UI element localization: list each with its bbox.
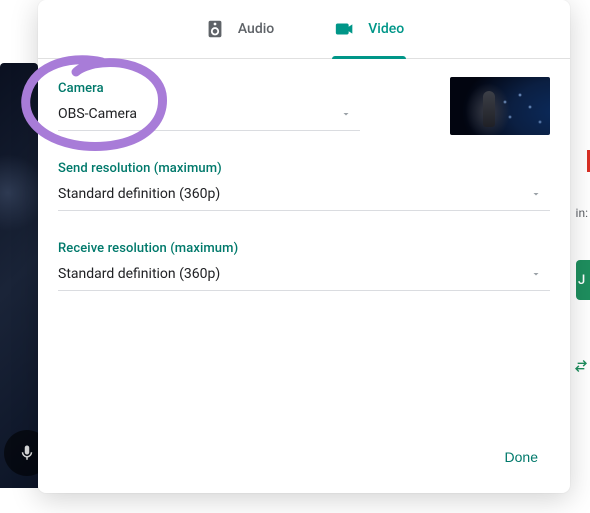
tab-audio-label: Audio — [238, 21, 274, 37]
camera-preview-thumbnail — [450, 77, 550, 135]
send-resolution-label: Send resolution (maximum) — [58, 161, 550, 176]
receive-resolution-value: Standard definition (360p) — [58, 266, 220, 282]
send-resolution-select[interactable]: Standard definition (360p) — [58, 176, 550, 211]
speaker-icon — [204, 18, 226, 40]
background-pin-label-fragment: in: — [576, 206, 588, 220]
field-send-resolution: Send resolution (maximum) Standard defin… — [58, 161, 550, 211]
tab-audio[interactable]: Audio — [194, 0, 284, 58]
join-button-label-fragment: J — [578, 273, 585, 288]
settings-modal: Audio Video Camera OBS-Camera — [38, 0, 570, 493]
background-video-strip — [0, 63, 38, 488]
viewport: in: J Audio Video — [0, 0, 590, 513]
camera-select[interactable]: OBS-Camera — [58, 96, 360, 131]
chevron-down-icon — [334, 108, 358, 120]
settings-body: Camera OBS-Camera Send resolution (maxim… — [38, 59, 570, 429]
field-camera: Camera OBS-Camera — [58, 81, 550, 131]
modal-actions: Done — [38, 429, 570, 493]
join-button-fragment[interactable]: J — [576, 260, 590, 300]
swap-icon[interactable] — [573, 358, 589, 378]
camera-select-value: OBS-Camera — [58, 106, 137, 122]
send-resolution-value: Standard definition (360p) — [58, 186, 220, 202]
field-receive-resolution: Receive resolution (maximum) Standard de… — [58, 241, 550, 291]
tab-video[interactable]: Video — [324, 0, 414, 58]
receive-resolution-select[interactable]: Standard definition (360p) — [58, 256, 550, 291]
tab-video-label: Video — [368, 21, 404, 37]
microphone-icon — [18, 444, 36, 462]
video-camera-icon — [334, 18, 356, 40]
receive-resolution-label: Receive resolution (maximum) — [58, 241, 550, 256]
done-button[interactable]: Done — [495, 441, 548, 473]
chevron-down-icon — [524, 188, 548, 200]
settings-tabs: Audio Video — [38, 0, 570, 59]
chevron-down-icon — [524, 268, 548, 280]
